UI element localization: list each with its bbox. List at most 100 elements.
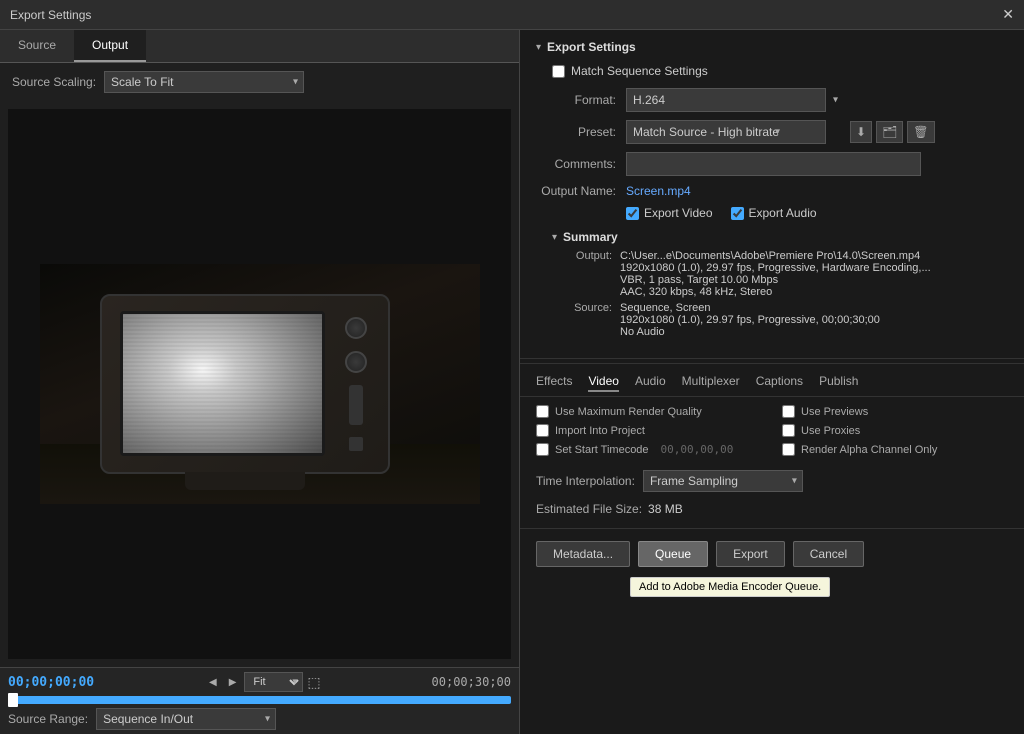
title-bar-text: Export Settings: [10, 8, 91, 22]
bottom-tabs: Effects Video Audio Multiplexer Captions…: [520, 368, 1024, 397]
use-max-render-label: Use Maximum Render Quality: [555, 406, 702, 418]
export-video-checkbox[interactable]: [626, 207, 639, 220]
import-into-project-label: Import Into Project: [555, 425, 645, 437]
set-start-timecode-label: Set Start Timecode: [555, 444, 649, 456]
render-alpha-row: Render Alpha Channel Only: [782, 443, 1008, 456]
options-section: Use Maximum Render Quality Use Previews …: [520, 397, 1024, 464]
time-interpolation-row: Time Interpolation: Frame Sampling Frame…: [520, 464, 1024, 498]
summary-source-label: Source:: [552, 302, 612, 338]
preset-select[interactable]: Match Source - High bitrate Match Source…: [626, 120, 826, 144]
match-sequence-row: Match Sequence Settings: [552, 64, 1008, 78]
comments-input[interactable]: [626, 152, 921, 176]
export-button[interactable]: Export: [716, 541, 785, 567]
export-video-label: Export Video: [626, 206, 713, 220]
summary-collapse-icon[interactable]: ▾: [552, 232, 557, 243]
file-size-value: 38 MB: [648, 502, 683, 516]
tv-scene: [40, 264, 480, 504]
tabs: Source Output: [0, 30, 519, 63]
summary-output-path: C:\User...e\Documents\Adobe\Premiere Pro…: [620, 250, 931, 262]
preset-label: Preset:: [536, 125, 616, 139]
title-bar: Export Settings ✕: [0, 0, 1024, 30]
summary-output-detail3: AAC, 320 kbps, 48 kHz, Stereo: [620, 286, 931, 298]
export-audio-checkbox[interactable]: [731, 207, 744, 220]
summary-header: ▾ Summary: [552, 230, 1008, 244]
match-sequence-checkbox[interactable]: [552, 65, 565, 78]
summary-output-row: Output: C:\User...e\Documents\Adobe\Prem…: [552, 250, 1008, 298]
close-button[interactable]: ✕: [1002, 6, 1014, 23]
fit-wrapper: Fit 25% 50% 75% 100%: [244, 672, 303, 692]
use-proxies-label: Use Proxies: [801, 425, 860, 437]
source-scaling-wrapper: Scale To Fit Scale To Fill Stretch To Fi…: [104, 71, 304, 93]
source-scaling-select[interactable]: Scale To Fit Scale To Fill Stretch To Fi…: [104, 71, 304, 93]
use-previews-row: Use Previews: [782, 405, 1008, 418]
format-select-wrapper: H.264 H.265 QuickTime: [626, 88, 846, 112]
cancel-button[interactable]: Cancel: [793, 541, 864, 567]
left-panel: Source Output Source Scaling: Scale To F…: [0, 30, 520, 734]
export-settings-section: ▾ Export Settings Match Sequence Setting…: [520, 30, 1024, 359]
rewind-button[interactable]: ◀: [205, 675, 221, 690]
save-preset-button[interactable]: ⬇: [850, 121, 872, 143]
frame-icon[interactable]: ⬚: [307, 674, 320, 691]
output-name-link[interactable]: Screen.mp4: [626, 184, 691, 198]
play-button[interactable]: ▶: [225, 675, 241, 690]
divider: [520, 363, 1024, 364]
tab-video[interactable]: Video: [588, 374, 618, 392]
format-select[interactable]: H.264 H.265 QuickTime: [626, 88, 826, 112]
summary-source-detail1: Sequence, Screen: [620, 302, 880, 314]
output-name-row: Output Name: Screen.mp4: [536, 184, 1008, 198]
use-max-render-checkbox[interactable]: [536, 405, 549, 418]
render-alpha-label: Render Alpha Channel Only: [801, 444, 937, 456]
timecode-value: 00,00,00,00: [661, 443, 734, 456]
tab-output[interactable]: Output: [74, 30, 146, 62]
section-header: ▾ Export Settings: [536, 40, 1008, 54]
delete-preset-button[interactable]: 🗑: [907, 121, 934, 143]
summary-source-detail2: 1920x1080 (1.0), 29.97 fps, Progressive,…: [620, 314, 880, 326]
timecode-row: 00;00;00;00 ◀ ▶ Fit 25% 50% 75% 100% ⬚: [8, 672, 511, 692]
file-size-label: Estimated File Size:: [536, 502, 642, 516]
match-sequence-label: Match Sequence Settings: [571, 64, 708, 78]
summary-title: Summary: [563, 230, 618, 244]
source-scaling-row: Source Scaling: Scale To Fit Scale To Fi…: [0, 63, 519, 101]
tab-captions[interactable]: Captions: [756, 374, 803, 392]
import-into-project-row: Import Into Project: [536, 424, 762, 437]
source-scaling-label: Source Scaling:: [12, 75, 96, 89]
source-range-select[interactable]: Sequence In/Out Entire Sequence Work Are…: [96, 708, 276, 730]
timeline-bar[interactable]: [8, 696, 511, 704]
export-checks: Export Video Export Audio: [626, 206, 1008, 220]
fit-select[interactable]: Fit 25% 50% 75% 100%: [244, 672, 303, 692]
tab-effects[interactable]: Effects: [536, 374, 572, 392]
use-previews-checkbox[interactable]: [782, 405, 795, 418]
metadata-button[interactable]: Metadata...: [536, 541, 630, 567]
summary-source-detail3: No Audio: [620, 326, 880, 338]
source-range-wrapper: Sequence In/Out Entire Sequence Work Are…: [96, 708, 276, 730]
format-label: Format:: [536, 93, 616, 107]
export-audio-label: Export Audio: [731, 206, 817, 220]
render-alpha-checkbox[interactable]: [782, 443, 795, 456]
import-into-project-checkbox[interactable]: [536, 424, 549, 437]
timeline-playhead: [8, 693, 18, 707]
format-row: Format: H.264 H.265 QuickTime: [536, 88, 1008, 112]
source-range-label: Source Range:: [8, 712, 88, 726]
source-range-row: Source Range: Sequence In/Out Entire Seq…: [8, 708, 511, 730]
use-proxies-checkbox[interactable]: [782, 424, 795, 437]
queue-button[interactable]: Queue: [638, 541, 708, 567]
summary-output-detail2: VBR, 1 pass, Target 10.00 Mbps: [620, 274, 931, 286]
preset-select-wrapper: Match Source - High bitrate Match Source…: [626, 120, 846, 144]
main-container: Source Output Source Scaling: Scale To F…: [0, 30, 1024, 734]
set-start-timecode-row: Set Start Timecode 00,00,00,00: [536, 443, 762, 456]
use-previews-label: Use Previews: [801, 406, 868, 418]
tab-multiplexer[interactable]: Multiplexer: [682, 374, 740, 392]
tab-publish[interactable]: Publish: [819, 374, 858, 392]
preset-row: Preset: Match Source - High bitrate Matc…: [536, 120, 1008, 144]
tab-audio[interactable]: Audio: [635, 374, 666, 392]
set-start-timecode-checkbox[interactable]: [536, 443, 549, 456]
action-buttons: Metadata... Queue Export Cancel Add to A…: [520, 533, 1024, 575]
collapse-arrow-icon[interactable]: ▾: [536, 42, 541, 53]
use-max-render-row: Use Maximum Render Quality: [536, 405, 762, 418]
time-interp-select[interactable]: Frame Sampling Frame Blending Optical Fl…: [643, 470, 803, 492]
import-preset-button[interactable]: 🗂: [876, 121, 903, 143]
export-settings-title: Export Settings: [547, 40, 636, 54]
time-interp-wrapper: Frame Sampling Frame Blending Optical Fl…: [643, 470, 803, 492]
tab-source[interactable]: Source: [0, 30, 74, 62]
summary-source-details: Sequence, Screen 1920x1080 (1.0), 29.97 …: [620, 302, 880, 338]
